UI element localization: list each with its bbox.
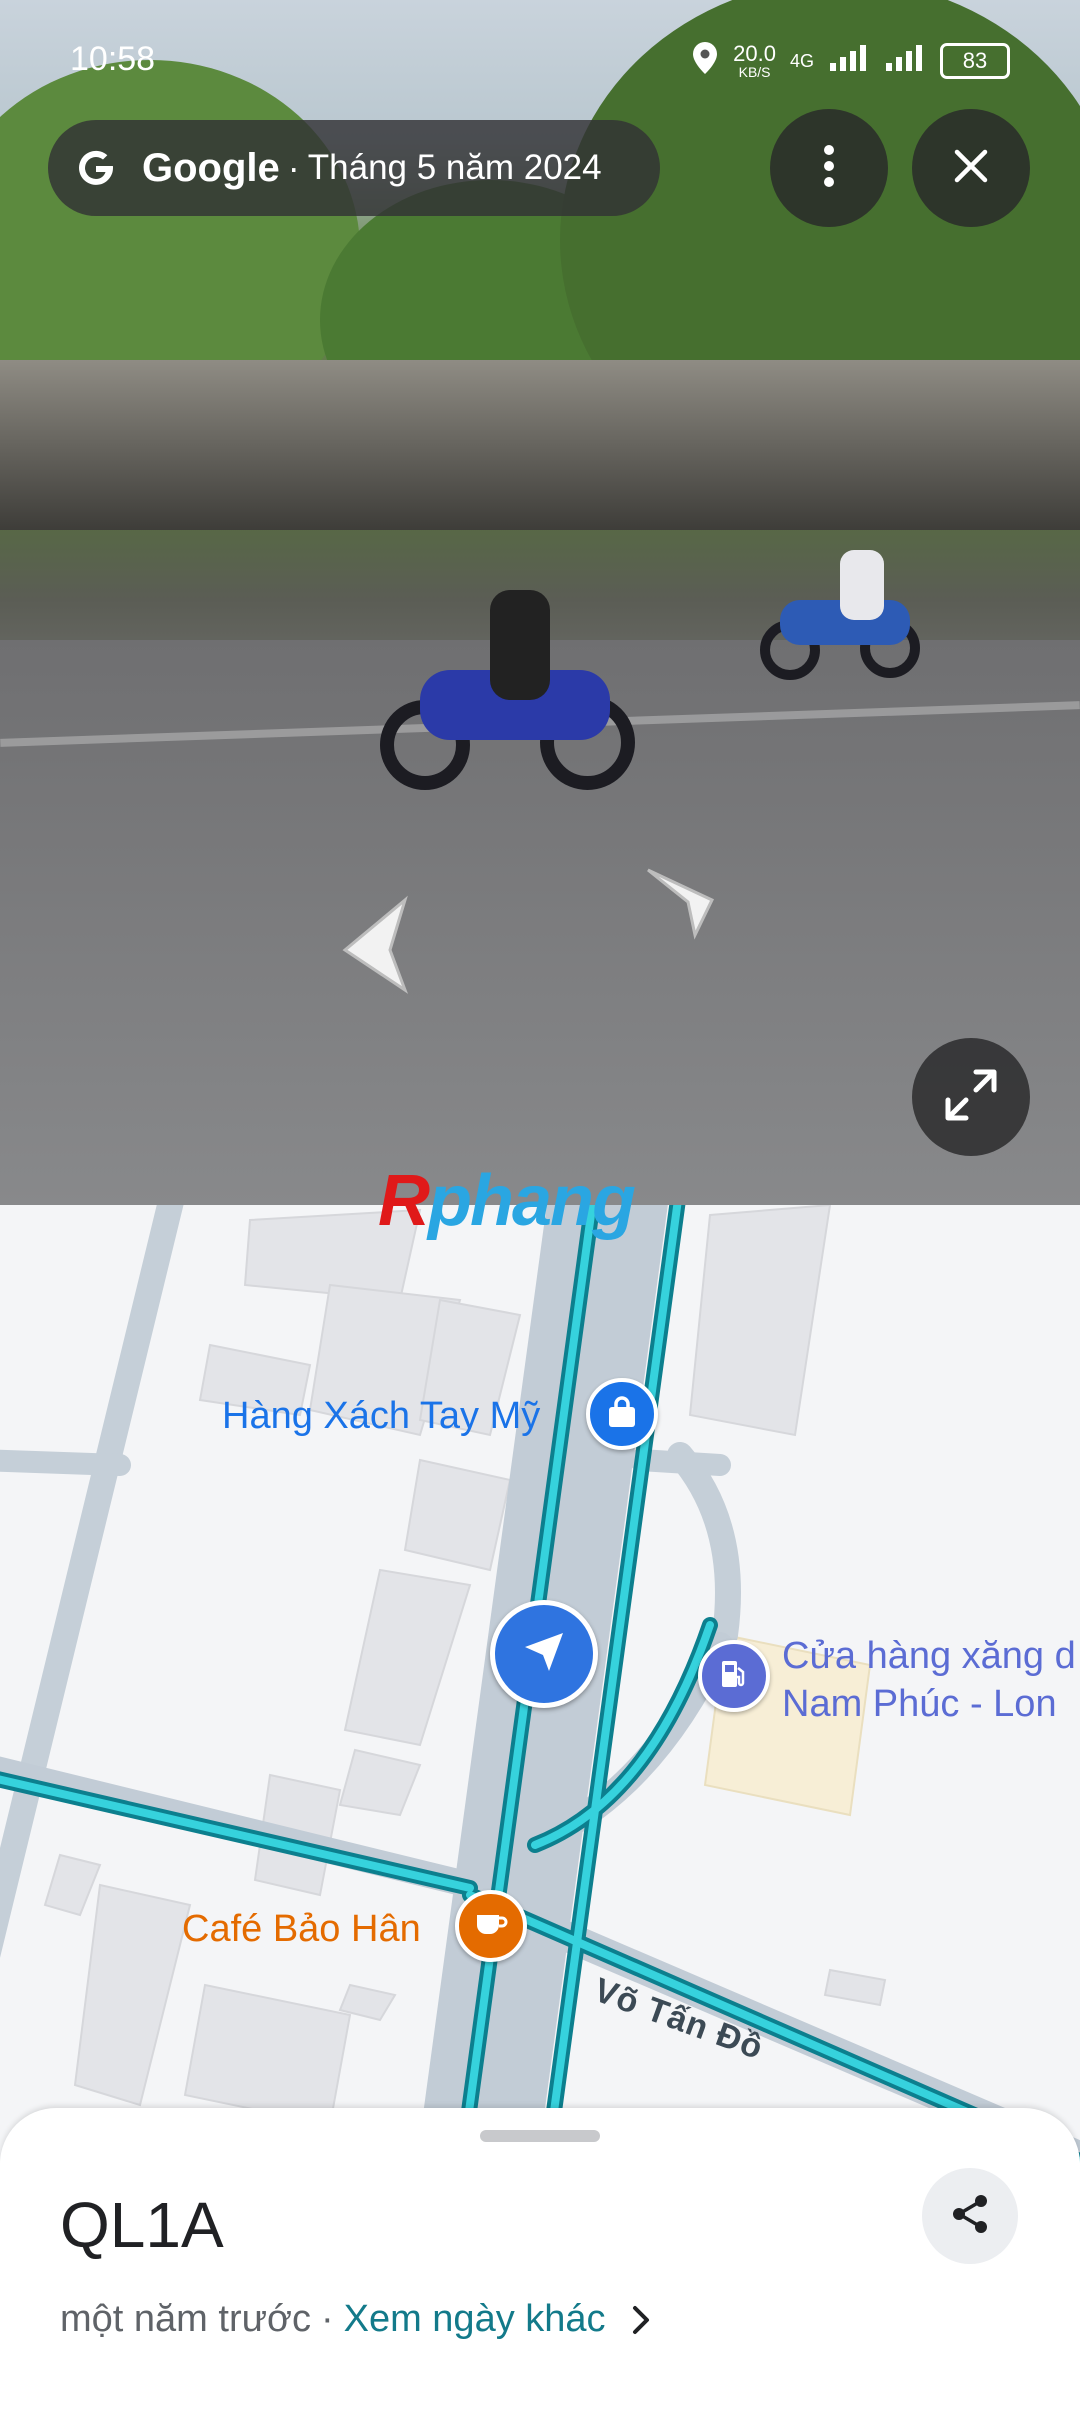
share-icon bbox=[948, 2192, 992, 2241]
meta-separator: · bbox=[320, 2298, 334, 2340]
location-icon bbox=[691, 40, 719, 82]
place-pin[interactable] bbox=[698, 1640, 770, 1712]
net-speed-value: 20.0 bbox=[733, 41, 776, 66]
place-pin[interactable] bbox=[586, 1378, 658, 1450]
close-button[interactable] bbox=[912, 109, 1030, 227]
signal-icon bbox=[828, 43, 870, 79]
coffee-icon bbox=[474, 1909, 508, 1944]
place-pin[interactable] bbox=[455, 1890, 527, 1962]
google-g-icon bbox=[70, 142, 122, 194]
place-title: QL1A bbox=[60, 2189, 224, 2261]
battery-level: 83 bbox=[962, 48, 988, 73]
close-icon bbox=[953, 148, 989, 189]
bottom-sheet[interactable]: QL1A một năm trước · Xem ngày khác bbox=[0, 2108, 1080, 2412]
status-time: 10:58 bbox=[70, 40, 156, 78]
place-label[interactable]: Café Bảo Hân bbox=[182, 1908, 421, 1951]
next-arrow-button[interactable] bbox=[640, 860, 720, 945]
brand-label: Google bbox=[142, 145, 280, 190]
street-view-title-pill: Google · Tháng 5 năm 2024 bbox=[48, 120, 660, 216]
relative-time: một năm trước bbox=[60, 2298, 311, 2340]
battery-icon: 83 bbox=[940, 43, 1010, 79]
chevron-right-icon[interactable] bbox=[630, 2304, 652, 2336]
shopping-bag-icon bbox=[606, 1395, 638, 1434]
motorbike-rider-image bbox=[380, 590, 640, 800]
net-speed-unit: KB/S bbox=[738, 64, 771, 80]
place-label-line2[interactable]: Nam Phúc - Lon bbox=[782, 1683, 1057, 1726]
street-view-panorama[interactable]: 10:58 20.0 KB/S 4G 83 Google · Tháng 5 n bbox=[0, 0, 1080, 1205]
motorbike-rider-image bbox=[760, 550, 920, 690]
more-vert-icon bbox=[822, 144, 836, 193]
expand-button[interactable] bbox=[912, 1038, 1030, 1156]
signal-icon bbox=[884, 43, 926, 79]
watermark-text: phang bbox=[428, 1161, 636, 1241]
navigation-arrow-icon bbox=[521, 1629, 567, 1680]
status-bar: 10:58 20.0 KB/S 4G 83 bbox=[0, 36, 1080, 86]
more-options-button[interactable] bbox=[770, 109, 888, 227]
capture-date: Tháng 5 năm 2024 bbox=[307, 148, 602, 187]
expand-icon bbox=[942, 1066, 1000, 1129]
place-label[interactable]: Hàng Xách Tay Mỹ bbox=[222, 1395, 540, 1438]
previous-arrow-button[interactable] bbox=[335, 895, 415, 1000]
other-dates-link[interactable]: Xem ngày khác bbox=[344, 2298, 606, 2341]
watermark: Rphang bbox=[378, 1160, 636, 1242]
sheet-drag-handle[interactable] bbox=[480, 2130, 600, 2142]
share-button[interactable] bbox=[922, 2168, 1018, 2264]
gas-station-icon bbox=[719, 1658, 749, 1695]
place-label-line1[interactable]: Cửa hàng xăng d bbox=[782, 1635, 1076, 1678]
watermark-letter: R bbox=[378, 1161, 430, 1241]
title-separator: · bbox=[287, 147, 300, 188]
network-type: 4G bbox=[789, 50, 814, 71]
current-location-marker[interactable] bbox=[490, 1600, 598, 1708]
